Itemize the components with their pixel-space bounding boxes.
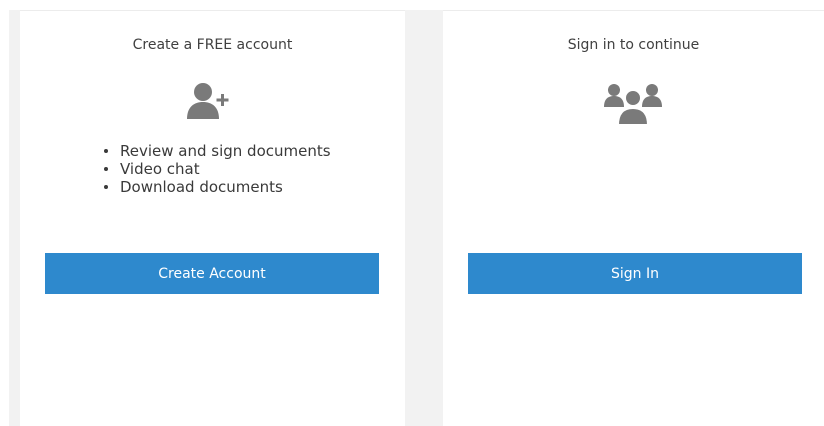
feature-item: Video chat	[96, 160, 331, 178]
create-account-button[interactable]: Create Account	[45, 253, 379, 294]
feature-item: Download documents	[96, 178, 331, 196]
page: Create a FREE account Review and sign do…	[0, 0, 824, 426]
create-account-title: Create a FREE account	[132, 37, 293, 53]
middle-gutter	[405, 10, 443, 426]
sign-in-panel: Sign in to continue Sign In	[443, 11, 824, 426]
users-group-icon	[602, 81, 664, 129]
feature-item: Review and sign documents	[96, 142, 331, 160]
add-user-icon	[185, 81, 233, 127]
feature-list: Review and sign documents Video chat Dow…	[96, 142, 331, 196]
create-account-panel: Create a FREE account Review and sign do…	[20, 11, 405, 426]
sign-in-button[interactable]: Sign In	[468, 253, 802, 294]
sign-in-title: Sign in to continue	[567, 37, 700, 53]
left-gutter	[9, 10, 20, 426]
